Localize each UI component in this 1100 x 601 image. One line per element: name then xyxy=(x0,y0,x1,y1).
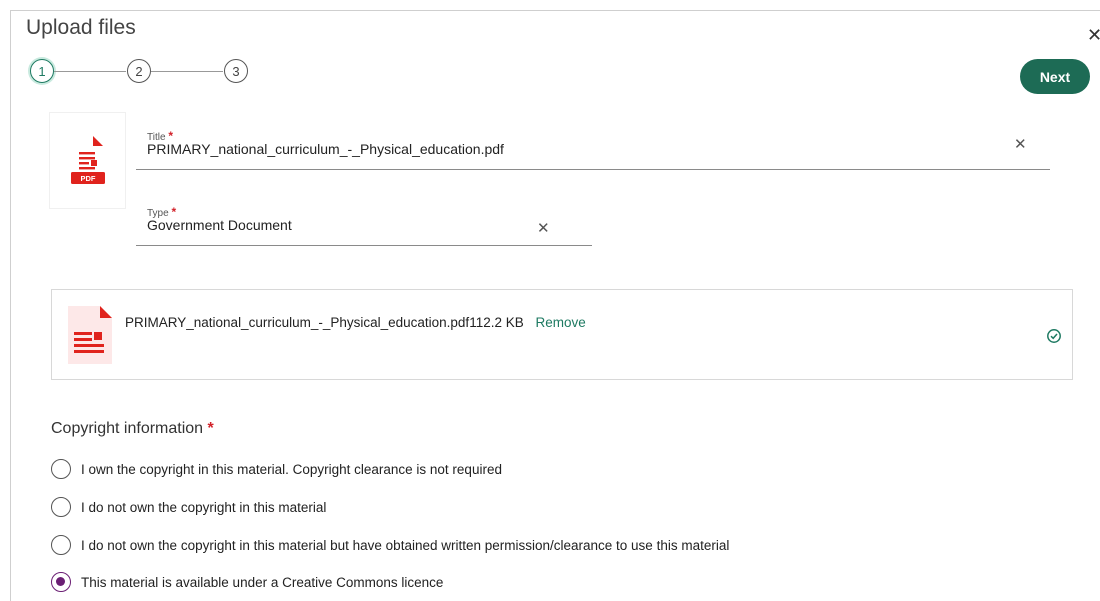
copyright-heading: Copyright information xyxy=(51,420,204,437)
copyright-option-own[interactable]: I own the copyright in this material. Co… xyxy=(51,459,502,479)
copyright-option-permission[interactable]: I do not own the copyright in this mater… xyxy=(51,535,729,555)
radio-label: I do not own the copyright in this mater… xyxy=(81,537,730,553)
radio-button[interactable] xyxy=(51,535,71,555)
step-connector xyxy=(151,71,223,72)
file-size: 112.2 KB xyxy=(469,315,524,330)
check-circle-icon xyxy=(1047,329,1061,343)
step-1[interactable]: 1 xyxy=(30,59,54,83)
copyright-option-creative-commons[interactable]: This material is available under a Creat… xyxy=(51,572,443,592)
file-name: PRIMARY_national_curriculum_-_Physical_e… xyxy=(125,315,470,330)
type-field[interactable]: Type * Government Document ✕ xyxy=(136,201,592,246)
pdf-file-icon: PDF xyxy=(70,135,105,184)
copyright-option-not-own[interactable]: I do not own the copyright in this mater… xyxy=(51,497,326,517)
radio-label: I do not own the copyright in this mater… xyxy=(81,499,327,515)
radio-label: This material is available under a Creat… xyxy=(81,574,444,590)
clear-type-icon[interactable]: ✕ xyxy=(537,219,550,237)
dialog-title: Upload files xyxy=(26,16,136,39)
type-select[interactable]: Government Document xyxy=(147,217,292,233)
radio-label: I own the copyright in this material. Co… xyxy=(81,461,502,477)
step-3[interactable]: 3 xyxy=(224,59,248,83)
step-2[interactable]: 2 xyxy=(127,59,151,83)
pdf-badge: PDF xyxy=(80,174,95,183)
remove-link[interactable]: Remove xyxy=(536,315,586,330)
stepper: 1 2 3 xyxy=(30,59,260,87)
radio-button[interactable] xyxy=(51,497,71,517)
radio-button-selected[interactable] xyxy=(51,572,71,592)
next-button[interactable]: Next xyxy=(1020,59,1090,94)
step-connector xyxy=(54,71,126,72)
uploaded-file-card: PRIMARY_national_curriculum_-_Physical_e… xyxy=(51,289,1073,380)
file-thumbnail: PDF xyxy=(50,113,125,208)
title-input[interactable]: PRIMARY_national_curriculum_-_Physical_e… xyxy=(147,141,504,157)
radio-button[interactable] xyxy=(51,459,71,479)
close-icon[interactable]: ✕ xyxy=(1087,26,1100,44)
clear-title-icon[interactable]: ✕ xyxy=(1014,135,1027,153)
title-field[interactable]: Title * PRIMARY_national_curriculum_-_Ph… xyxy=(136,125,1050,170)
required-marker: * xyxy=(207,420,214,437)
pdf-file-icon xyxy=(68,306,112,364)
